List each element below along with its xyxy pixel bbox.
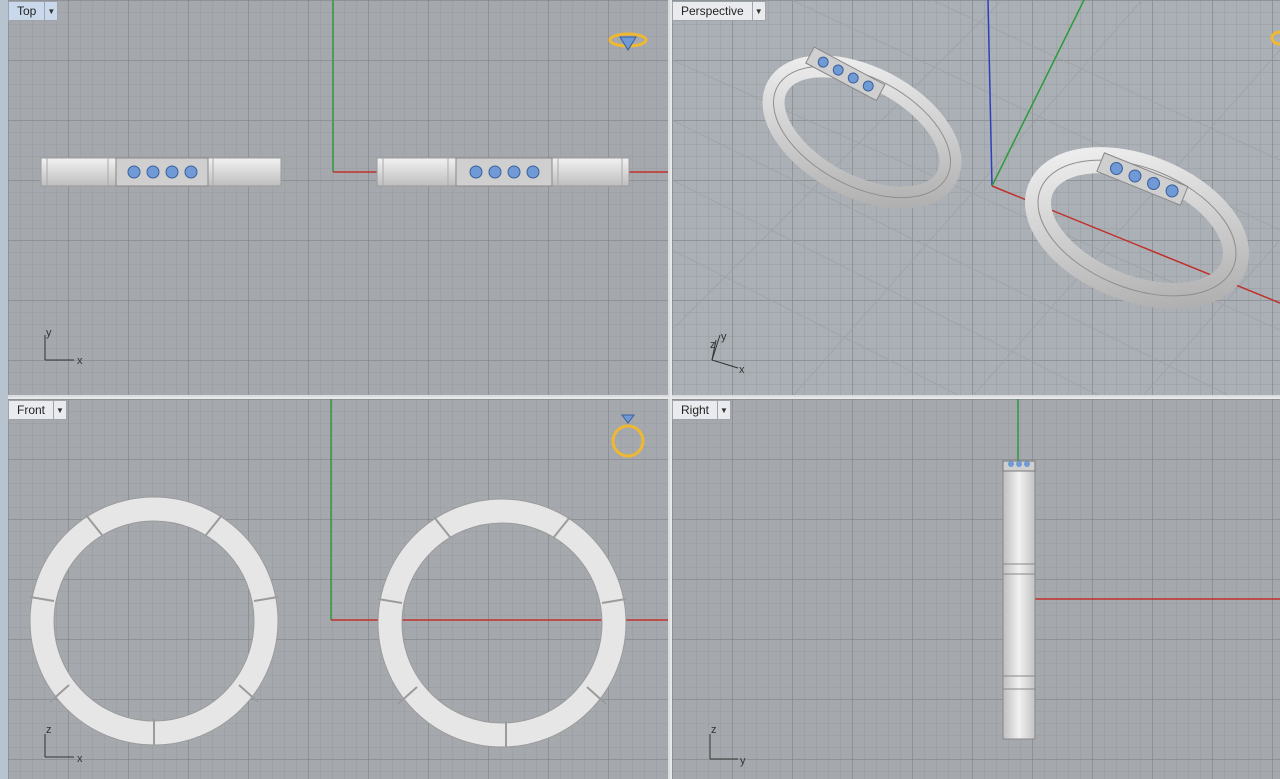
axis-indicator-top: y x <box>44 327 83 367</box>
ring-preview-icon <box>608 32 648 51</box>
viewport-title: Top <box>17 4 37 18</box>
caret-down-icon[interactable]: ▼ <box>53 401 66 419</box>
axis-label-v: z <box>711 724 717 736</box>
caret-down-icon[interactable]: ▼ <box>717 401 730 419</box>
ring-1-front <box>29 496 279 746</box>
viewport-title: Perspective <box>681 4 744 18</box>
perspective-view-canvas: y z x <box>672 0 1280 395</box>
viewport-tab-front[interactable]: Front ▼ <box>8 400 68 420</box>
caret-down-icon[interactable]: ▼ <box>751 2 765 20</box>
axis-label-h: x <box>77 355 83 367</box>
viewport-right[interactable]: Right ▼ z y <box>672 399 1280 779</box>
viewport-tab-perspective[interactable]: Perspective ▼ <box>672 1 766 21</box>
ring-preview-icon <box>611 414 645 458</box>
viewport-perspective[interactable]: Perspective ▼ y z x <box>672 0 1280 397</box>
ring-2-top <box>376 157 630 187</box>
ring-preview-icon <box>1270 30 1280 46</box>
ring-2-front <box>377 498 627 748</box>
viewport-tab-top[interactable]: Top ▼ <box>8 1 59 21</box>
axis-indicator-perspective: y z x <box>710 331 745 376</box>
ring-1-top <box>40 157 282 187</box>
axis-label-h: y <box>740 755 746 767</box>
front-view-canvas: z x <box>29 399 668 765</box>
viewport-top[interactable]: Top ▼ y x <box>8 0 670 397</box>
right-view-canvas: z y <box>709 399 1280 767</box>
axis-label-v: z <box>46 724 52 736</box>
axis-indicator-front: z x <box>44 724 83 765</box>
axis-label-h: x <box>739 364 745 376</box>
axis-label-v: y <box>721 331 727 343</box>
axis-label-v: y <box>46 327 52 339</box>
viewport-front[interactable]: Front ▼ z x <box>8 399 670 779</box>
ring-1-perspective <box>762 46 962 209</box>
ring-side-profile <box>1002 460 1036 740</box>
top-view-canvas: y x <box>40 0 668 367</box>
left-edge-strip <box>0 0 8 779</box>
ring-2-perspective <box>1024 147 1250 309</box>
viewport-tab-right[interactable]: Right ▼ <box>672 400 732 420</box>
axis-label-h: x <box>77 753 83 765</box>
viewport-title: Front <box>17 403 46 417</box>
axis-indicator-right: z y <box>709 724 746 767</box>
axis-label-z: z <box>710 339 716 351</box>
caret-down-icon[interactable]: ▼ <box>44 2 57 20</box>
viewport-title: Right <box>681 403 710 417</box>
